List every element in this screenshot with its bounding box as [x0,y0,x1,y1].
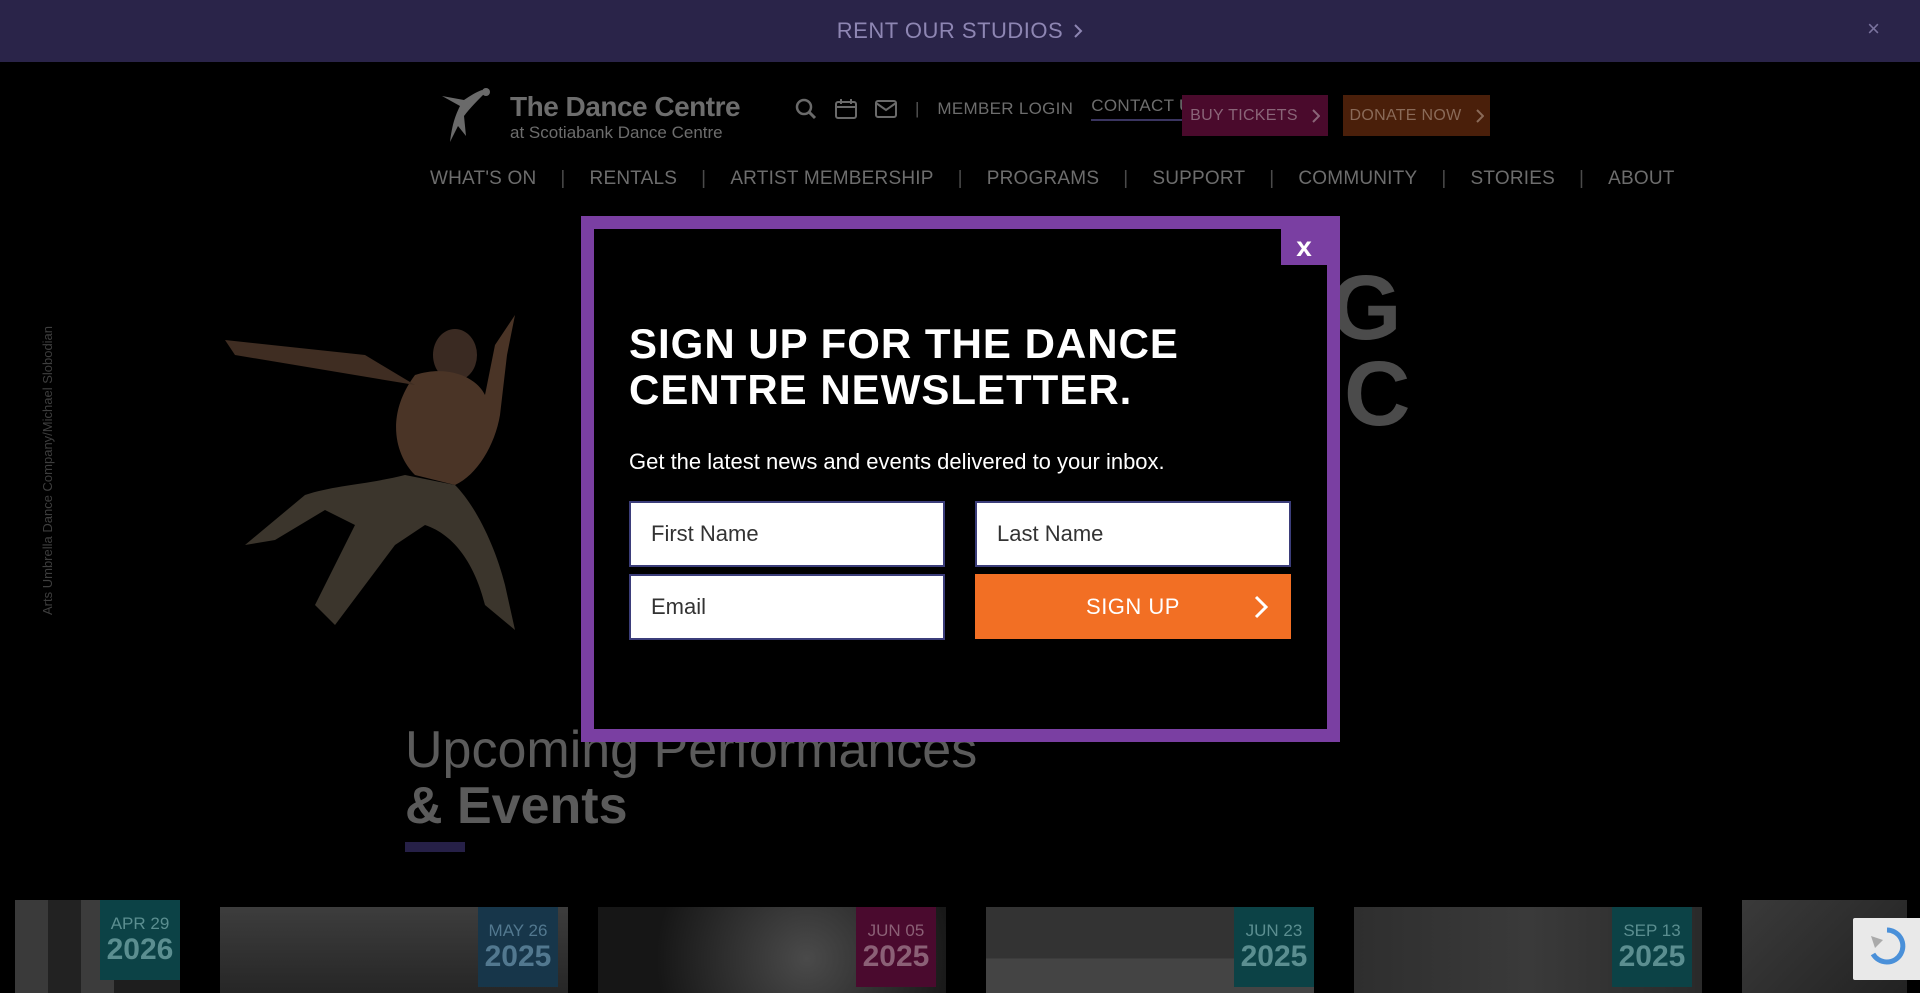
modal-title: SIGN UP FOR THE DANCE CENTRE NEWSLETTER. [629,320,1179,413]
sign-up-label: SIGN UP [1086,593,1180,619]
modal-close-button[interactable]: x [1281,229,1327,265]
newsletter-modal: x SIGN UP FOR THE DANCE CENTRE NEWSLETTE… [581,216,1340,742]
recaptcha-icon [1870,927,1906,965]
recaptcha-badge[interactable] [1853,918,1920,980]
email-field[interactable]: Email [629,574,945,640]
modal-subtitle: Get the latest news and events delivered… [629,449,1165,474]
first-name-field[interactable]: First Name [629,501,945,567]
sign-up-button[interactable]: SIGN UP [975,574,1291,639]
last-name-field[interactable]: Last Name [975,501,1291,567]
chevron-right-icon [1254,595,1269,619]
